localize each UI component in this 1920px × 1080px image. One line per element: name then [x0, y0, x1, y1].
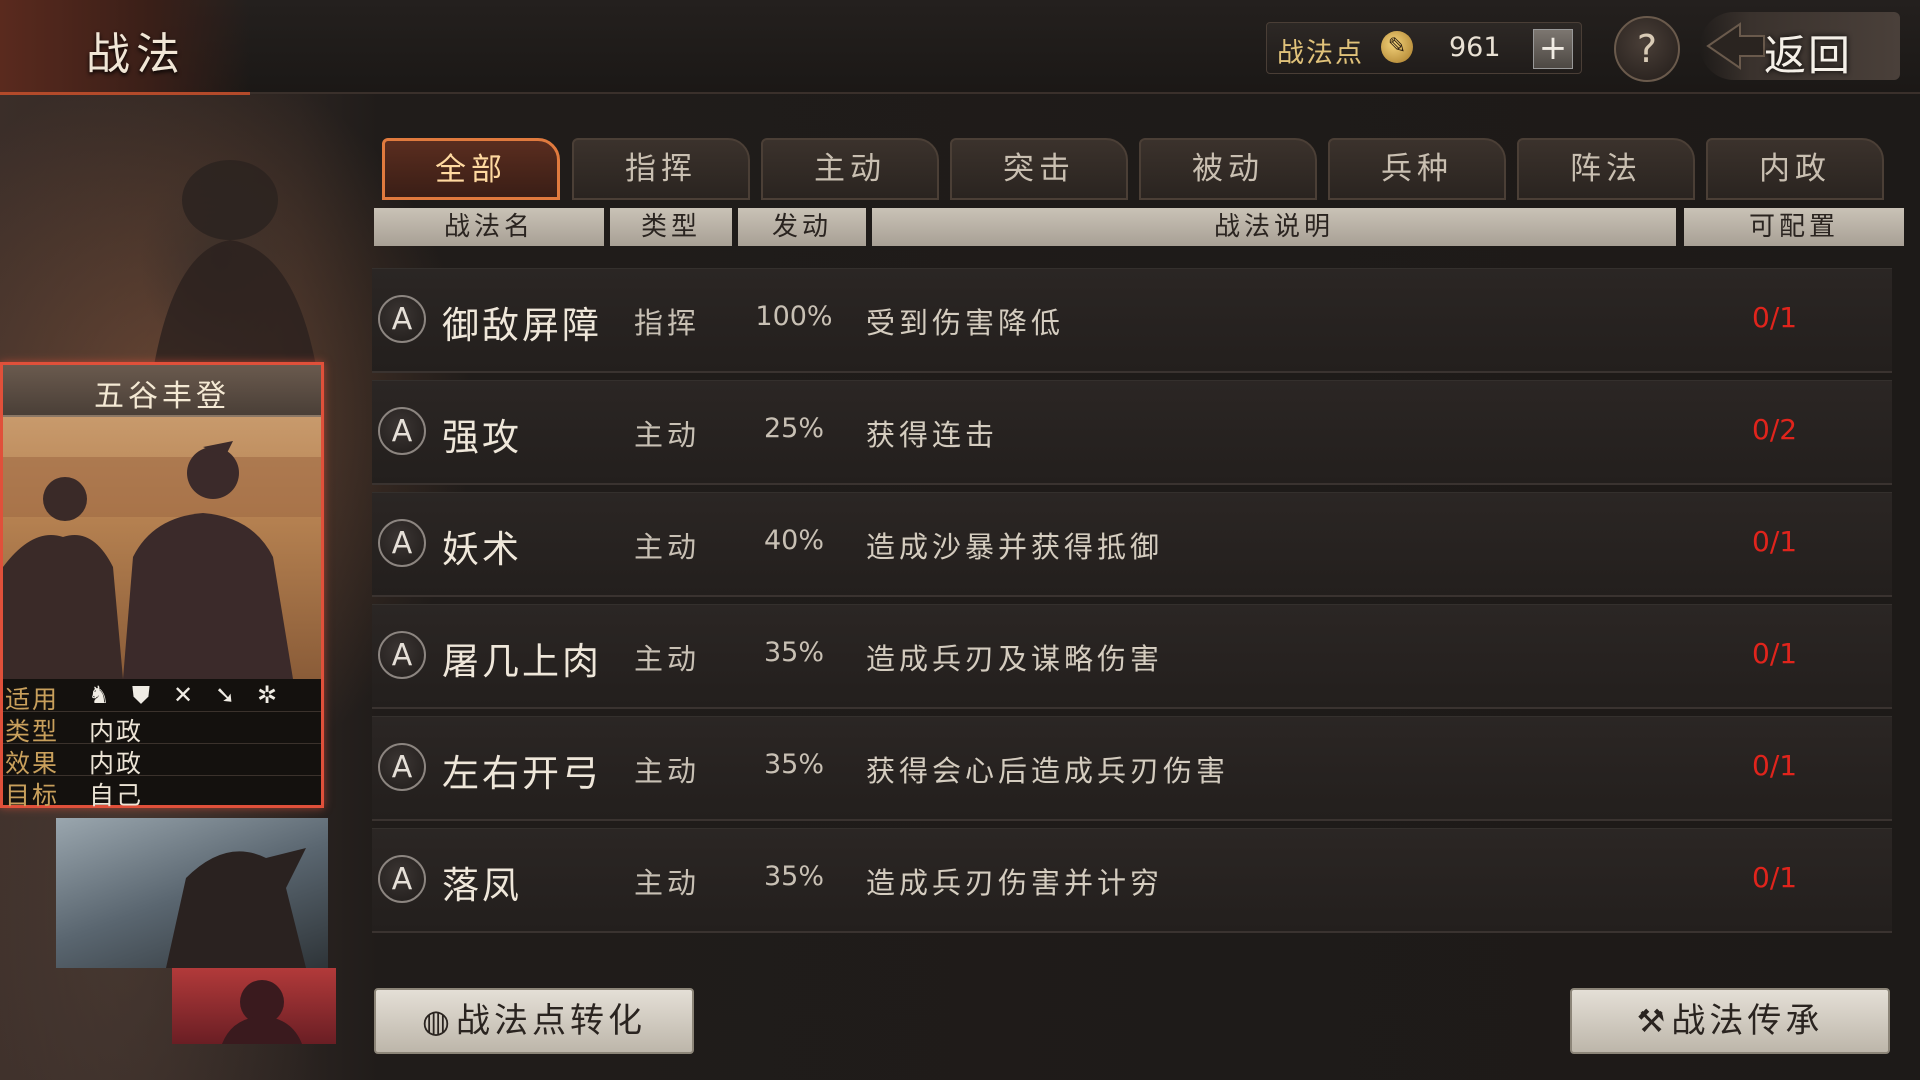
add-points-button[interactable]: + — [1533, 29, 1573, 69]
card-info-panel: 适用 ♞ ⛊ ✕ ➘ ✲ 类型 内政 效果 内政 目标 自己 — [3, 679, 321, 810]
tactic-type: 主动 — [634, 418, 701, 452]
grade-badge-icon: A — [378, 407, 426, 455]
tactic-trigger-rate: 40% — [763, 525, 824, 556]
card-target-row: 目标 自己 — [3, 775, 321, 810]
grade-badge-icon: A — [378, 295, 426, 343]
shield-icon: ⛊ — [132, 681, 150, 709]
back-arrow-icon — [1706, 22, 1765, 70]
list-item[interactable]: A 妖术 主动 40% 造成沙暴并获得抵御 0/1 — [372, 492, 1892, 597]
card-title: 五谷丰登 — [94, 379, 230, 414]
grade-badge-icon: A — [378, 519, 426, 567]
inherit-button-label: 战法传承 — [1671, 1001, 1824, 1041]
tactic-config-count: 0/1 — [1752, 525, 1798, 558]
column-header-trigger[interactable]: 发动 — [738, 208, 866, 246]
column-header-name[interactable]: 战法名 — [374, 208, 604, 246]
tactic-name: 左右开弓 — [442, 752, 602, 795]
tactics-screen: 战法 战法点 ✎ 961 + ? 返回 五谷丰登 适用 ♞ ⛊ ✕ ➘ ✲ 类型… — [0, 0, 1920, 1080]
cavalry-icon: ♞ — [88, 681, 110, 709]
card-artwork — [3, 417, 321, 679]
tactic-trigger-rate: 100% — [755, 301, 833, 332]
column-header-configurable[interactable]: 可配置 — [1684, 208, 1904, 246]
tab-assault[interactable]: 突击 — [950, 138, 1128, 200]
tab-internal-affairs[interactable]: 内政 — [1706, 138, 1884, 200]
selected-tactic-card[interactable]: 五谷丰登 适用 ♞ ⛊ ✕ ➘ ✲ 类型 内政 效果 内政 目标 自己 — [0, 362, 324, 810]
help-button[interactable]: ? — [1614, 16, 1680, 82]
tab-active[interactable]: 主动 — [761, 138, 939, 200]
hammer-icon: ⚒ — [1636, 1002, 1666, 1040]
list-item[interactable]: A 左右开弓 主动 35% 获得会心后造成兵刃伤害 0/1 — [372, 716, 1892, 821]
siege-wheel-icon: ✲ — [256, 681, 278, 709]
tactic-card-thumbnail[interactable] — [56, 818, 328, 968]
tab-troop[interactable]: 兵种 — [1328, 138, 1506, 200]
target-label: 目标 — [5, 781, 60, 810]
tactic-config-count: 0/1 — [1752, 749, 1798, 782]
tactic-description: 造成兵刃及谋略伤害 — [866, 642, 1164, 676]
back-button-label: 返回 — [1764, 31, 1853, 80]
tactic-name: 屠几上肉 — [442, 640, 602, 683]
tactic-trigger-rate: 35% — [763, 861, 824, 892]
tactic-description: 获得连击 — [866, 418, 999, 452]
tactic-type: 指挥 — [634, 306, 701, 340]
tactic-type: 主动 — [634, 530, 701, 564]
tactic-config-count: 0/2 — [1752, 413, 1798, 446]
tactic-type: 主动 — [634, 866, 701, 900]
card-title-bar: 五谷丰登 — [3, 365, 321, 417]
tab-formation[interactable]: 阵法 — [1517, 138, 1695, 200]
list-item[interactable]: A 强攻 主动 25% 获得连击 0/2 — [372, 380, 1892, 485]
target-value: 自己 — [89, 781, 144, 810]
tactics-list[interactable]: A 御敌屏障 指挥 100% 受到伤害降低 0/1 A 强攻 主动 25% 获得… — [372, 268, 1902, 948]
tactic-config-count: 0/1 — [1752, 301, 1798, 334]
list-item[interactable]: A 落凤 主动 35% 造成兵刃伤害并计穷 0/1 — [372, 828, 1892, 933]
thumbnail-silhouette — [222, 980, 302, 1044]
card-effect-row: 效果 内政 — [3, 743, 321, 778]
tactic-name: 强攻 — [442, 416, 522, 459]
top-bar: 战法 战法点 ✎ 961 + ? 返回 — [0, 0, 1920, 95]
archer-icon: ✕ — [172, 681, 194, 709]
grade-badge-icon: A — [378, 743, 426, 791]
convert-button-label: 战法点转化 — [455, 1001, 646, 1041]
grade-badge-icon: A — [378, 855, 426, 903]
hero-silhouette — [150, 160, 320, 390]
tactic-points-display: 战法点 ✎ 961 + — [1266, 22, 1582, 74]
tactic-config-count: 0/1 — [1752, 637, 1798, 670]
card-art-silhouettes — [3, 441, 321, 679]
title-plate: 战法 — [0, 0, 250, 95]
thumbnail-silhouette — [166, 848, 306, 968]
tactic-type: 主动 — [634, 642, 701, 676]
coin-icon: ◍ — [422, 1002, 450, 1040]
tactic-trigger-rate: 35% — [763, 637, 824, 668]
tactic-name: 御敌屏障 — [442, 304, 602, 347]
list-item[interactable]: A 御敌屏障 指挥 100% 受到伤害降低 0/1 — [372, 268, 1892, 373]
tactic-name: 落凤 — [442, 864, 522, 907]
tactic-description: 获得会心后造成兵刃伤害 — [866, 754, 1230, 788]
tab-passive[interactable]: 被动 — [1139, 138, 1317, 200]
tactic-config-count: 0/1 — [1752, 861, 1798, 894]
tactic-trigger-rate: 25% — [763, 413, 824, 444]
convert-tactic-points-button[interactable]: ◍ 战法点转化 — [374, 988, 694, 1054]
tactic-name: 妖术 — [442, 528, 522, 571]
tab-all[interactable]: 全部 — [382, 138, 560, 200]
tab-command[interactable]: 指挥 — [572, 138, 750, 200]
card-applicable-row: 适用 ♞ ⛊ ✕ ➘ ✲ — [3, 679, 321, 714]
hero-background-figure — [110, 130, 330, 390]
grade-badge-icon: A — [378, 631, 426, 679]
feather-coin-icon: ✎ — [1381, 31, 1413, 63]
page-title: 战法 — [86, 29, 186, 80]
tactic-points-label: 战法点 — [1277, 38, 1364, 69]
tactic-description: 受到伤害降低 — [866, 306, 1065, 340]
inherit-tactic-button[interactable]: ⚒ 战法传承 — [1570, 988, 1890, 1054]
list-item[interactable]: A 屠几上肉 主动 35% 造成兵刃及谋略伤害 0/1 — [372, 604, 1892, 709]
column-header-type[interactable]: 类型 — [610, 208, 732, 246]
spear-icon: ➘ — [214, 681, 236, 709]
tactic-points-value: 961 — [1449, 32, 1501, 63]
column-header-description: 战法说明 — [872, 208, 1676, 246]
back-button[interactable]: 返回 — [1700, 12, 1900, 80]
tactic-card-thumbnail[interactable] — [172, 968, 336, 1044]
tactic-type: 主动 — [634, 754, 701, 788]
tactic-trigger-rate: 35% — [763, 749, 824, 780]
tactic-description: 造成兵刃伤害并计穷 — [866, 866, 1164, 900]
tactic-description: 造成沙暴并获得抵御 — [866, 530, 1164, 564]
card-type-row: 类型 内政 — [3, 711, 321, 746]
